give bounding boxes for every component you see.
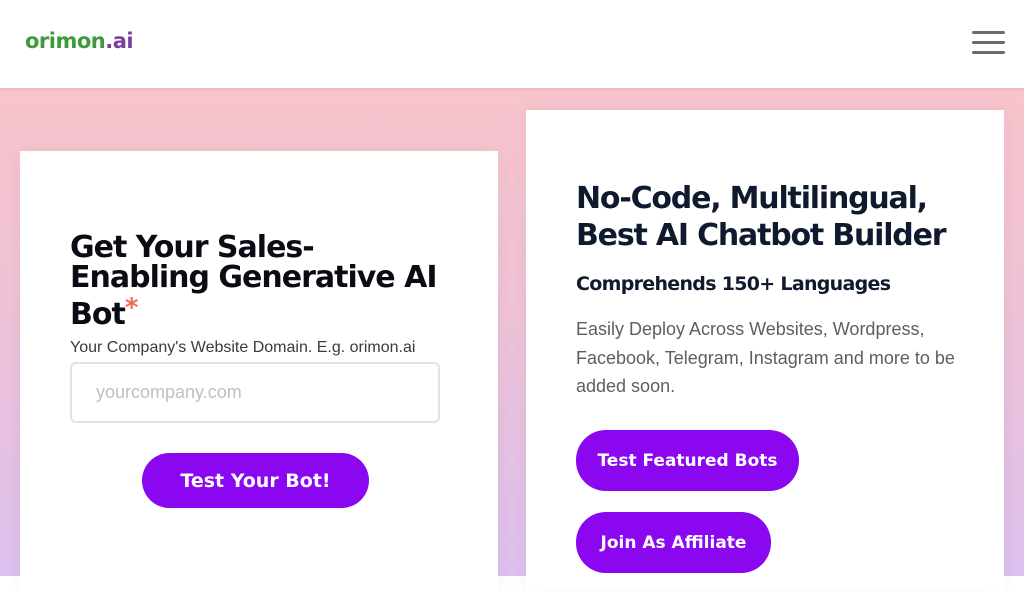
site-header: orimon.ai bbox=[0, 0, 1024, 88]
menu-bar-top bbox=[972, 31, 1005, 34]
domain-label: Your Company's Website Domain. E.g. orim… bbox=[70, 339, 416, 356]
test-your-bot-button[interactable]: Test Your Bot! bbox=[142, 453, 369, 508]
orimon-logo[interactable]: orimon.ai bbox=[25, 29, 134, 53]
logo-text-suffix: .ai bbox=[105, 29, 134, 53]
logo-text-main: orimon bbox=[25, 29, 106, 53]
features-heading: No-Code, Multilingual, Best AI Chatbot B… bbox=[576, 181, 947, 253]
test-featured-bots-button[interactable]: Test Featured Bots bbox=[576, 430, 799, 491]
signup-heading: Get Your Sales-Enabling Generative AI Bo… bbox=[70, 233, 450, 330]
features-description: Easily Deploy Across Websites, Wordpress… bbox=[576, 319, 955, 396]
domain-input[interactable] bbox=[70, 362, 440, 423]
required-asterisk: * bbox=[124, 293, 139, 323]
features-subheading: Comprehends 150+ Languages bbox=[576, 273, 891, 295]
hamburger-menu-icon[interactable] bbox=[972, 31, 1005, 57]
menu-bar-middle bbox=[972, 41, 1005, 44]
join-affiliate-button[interactable]: Join As Affiliate bbox=[576, 512, 771, 573]
menu-bar-bottom bbox=[972, 51, 1005, 54]
